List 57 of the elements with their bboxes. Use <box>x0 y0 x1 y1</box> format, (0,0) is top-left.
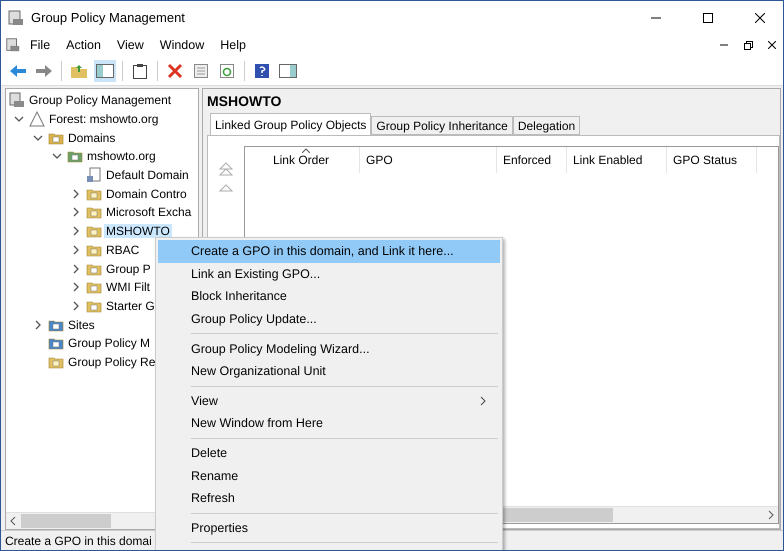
column-header[interactable]: GPO Status <box>667 147 757 173</box>
context-menu-item[interactable]: Group Policy Modeling Wizard... <box>158 337 500 360</box>
restore-icon[interactable] <box>744 40 752 50</box>
context-menu-item[interactable]: Link an Existing GPO... <box>158 262 500 286</box>
tab[interactable]: Linked Group Policy Objects <box>210 113 372 135</box>
minimize-icon[interactable] <box>651 16 661 18</box>
tree-item[interactable]: Starter G <box>104 298 157 313</box>
show-tree-button[interactable] <box>94 60 116 82</box>
column-header[interactable]: Link Order <box>245 147 360 173</box>
close-icon[interactable] <box>768 41 776 49</box>
tree-item[interactable]: Group P <box>104 262 153 276</box>
tree-item[interactable]: Sites <box>66 318 97 332</box>
context-menu-item[interactable]: New Organizational Unit <box>158 360 500 383</box>
context-menu-item[interactable]: Block Inheritance <box>158 285 500 308</box>
context-menu-item[interactable]: Group Policy Update... <box>158 308 500 330</box>
context-menu-item[interactable]: Delete <box>158 442 500 464</box>
tree-item[interactable]: Group Policy Management <box>27 93 174 108</box>
menu-item[interactable]: Window <box>152 35 212 55</box>
console-icon <box>7 8 25 26</box>
context-menu-item[interactable]: Refresh <box>158 486 500 510</box>
tree-item[interactable]: Microsoft Excha <box>104 205 194 220</box>
tree-item[interactable]: Default Domain <box>104 168 191 182</box>
scroll-right-icon[interactable] <box>767 510 775 520</box>
tree-item[interactable]: RBAC <box>104 242 142 257</box>
column-header[interactable]: Enforced <box>497 147 567 173</box>
tree-item[interactable]: Group Policy M <box>66 336 152 350</box>
scroll-left-icon[interactable] <box>9 516 17 526</box>
menu-item[interactable]: Action <box>59 35 108 55</box>
column-header[interactable]: GPO <box>360 147 497 173</box>
menu-item[interactable]: File <box>23 35 58 55</box>
menu-item[interactable]: View <box>110 35 151 55</box>
window-title: Group Policy Management <box>31 10 186 25</box>
context-menu-item[interactable]: New Window from Here <box>158 412 500 435</box>
tree-item[interactable]: Forest: mshowto.org <box>47 112 160 126</box>
close-icon[interactable] <box>755 12 765 22</box>
console-icon <box>5 37 21 53</box>
minimize-icon[interactable] <box>720 44 728 46</box>
context-menu-item[interactable]: Rename <box>158 464 500 487</box>
console-icon <box>9 92 25 108</box>
details-heading: MSHOWTO <box>207 93 282 111</box>
submenu-chevron-icon <box>480 396 486 406</box>
context-menu-item[interactable]: View <box>158 390 500 412</box>
triangle-icon <box>29 111 45 128</box>
tree-item[interactable]: MSHOWTO <box>104 224 172 238</box>
tree-item[interactable]: Group Policy Re <box>66 354 158 369</box>
column-header[interactable]: Link Enabled <box>567 147 667 173</box>
status-text: Create a GPO in this domai <box>5 534 152 548</box>
tab[interactable]: Delegation <box>512 116 580 135</box>
tree-item[interactable]: mshowto.org <box>85 149 158 164</box>
tree-item[interactable]: WMI Filt <box>104 280 152 294</box>
tab[interactable]: Group Policy Inheritance <box>371 116 513 135</box>
menu-item[interactable]: Help <box>213 35 253 55</box>
context-menu-item[interactable]: Create a GPO in this domain, and Link it here... <box>158 240 500 263</box>
context-menu-item[interactable]: Properties <box>158 516 500 540</box>
tree-item[interactable]: Domain Contro <box>104 186 189 201</box>
tree-item[interactable]: Domains <box>66 130 118 145</box>
maximize-icon[interactable] <box>703 12 713 22</box>
